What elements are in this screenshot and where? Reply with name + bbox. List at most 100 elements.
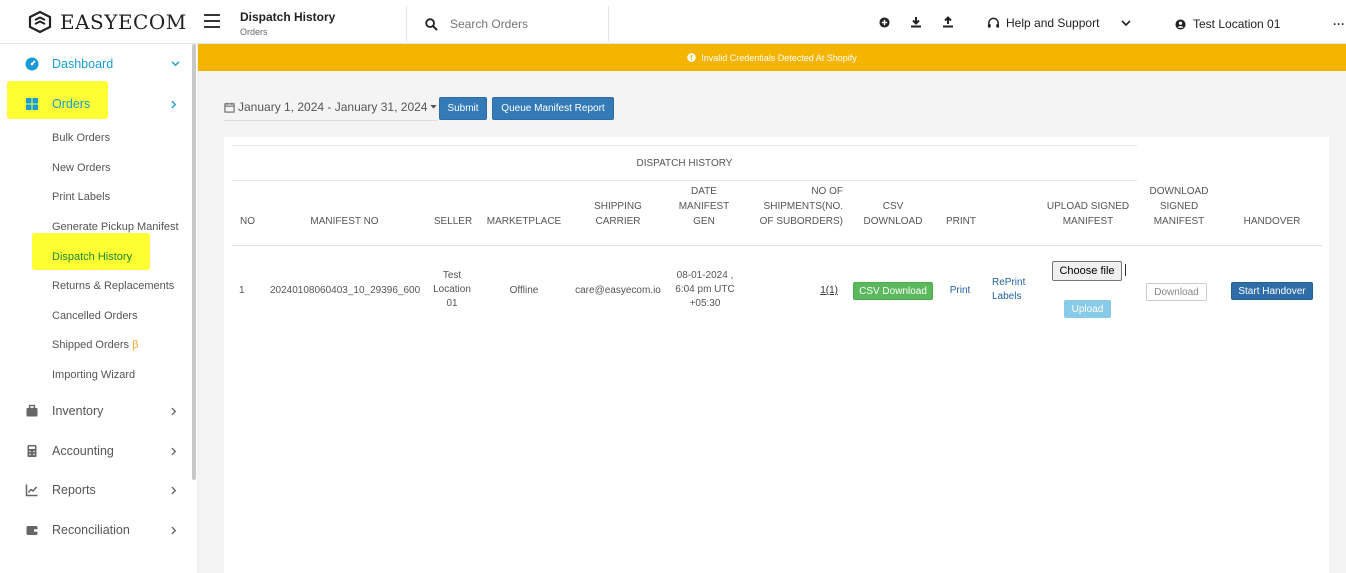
sidebar-subitem-cancelled-orders[interactable]: Cancelled Orders [52, 310, 138, 322]
sidebar-subitem-new-orders[interactable]: New Orders [52, 162, 111, 174]
page-heading: Dispatch History Orders [240, 10, 335, 37]
menu-toggle-icon[interactable] [204, 14, 220, 28]
shipments-count-link[interactable]: 1(1) [814, 284, 838, 298]
cell-text: Test [442, 270, 462, 281]
caret-down-icon [430, 105, 438, 109]
calculator-icon [27, 445, 37, 457]
sidebar-item-dashboard[interactable]: Dashboard [0, 49, 190, 79]
help-support-menu[interactable]: Help and Support [987, 16, 1131, 30]
col-header-text: SHIPPING [594, 201, 642, 212]
help-label: Help and Support [1006, 16, 1100, 30]
col-header-text: DOWNLOAD [1149, 186, 1209, 197]
reprint-labels-link[interactable]: RePrint Labels [992, 276, 1028, 304]
easyecom-logo-icon [28, 10, 52, 34]
brand-logo[interactable]: EASYECOM [28, 10, 187, 34]
cell-text: +05:30 [689, 298, 721, 309]
more-options-icon[interactable]: ··· [1333, 17, 1345, 31]
sidebar-subitem-shipped-orders[interactable]: Shipped Orders β [52, 339, 138, 351]
col-header-text: NO OF [811, 186, 843, 197]
info-icon [687, 53, 697, 62]
col-header-text: DOWNLOAD [863, 216, 923, 227]
col-header-upload-signed-manifest: UPLOAD SIGNED MANIFEST [1036, 199, 1140, 229]
sidebar-item-reconciliation[interactable]: Reconciliation [0, 515, 190, 545]
upload-button[interactable]: Upload [1064, 300, 1111, 318]
cell-text: 01 [446, 298, 458, 309]
chevron-right-icon [171, 407, 177, 416]
sidebar-subitem-importing-wizard[interactable]: Importing Wizard [52, 369, 135, 381]
main-content: Invalid Credentials Detected At Shopify … [198, 44, 1346, 573]
sidebar-label-inventory: Inventory [52, 404, 104, 418]
sidebar-subitem-generate-pickup-manifest[interactable]: Generate Pickup Manifest [52, 221, 179, 233]
choose-file-button[interactable]: Choose file [1052, 261, 1122, 281]
download-signed-manifest-button[interactable]: Download [1146, 283, 1207, 301]
csv-download-button[interactable]: CSV Download [853, 282, 933, 300]
sidebar-item-accounting[interactable]: Accounting [0, 436, 190, 466]
queue-manifest-report-button[interactable]: Queue Manifest Report [492, 97, 614, 120]
col-header-download-signed-manifest: DOWNLOAD SIGNED MANIFEST [1141, 184, 1217, 229]
col-header-text: MANIFEST [1062, 216, 1114, 227]
col-header-csv-download: CSV DOWNLOAD [854, 199, 932, 229]
top-bar: EASYECOM Dispatch History Orders Help an… [0, 0, 1346, 44]
col-header-text: GEN [693, 216, 715, 227]
link-text: Labels [992, 291, 1022, 302]
chevron-right-icon [171, 526, 177, 535]
link-text: RePrint [992, 277, 1026, 288]
col-header-text: CSV [882, 201, 904, 212]
sidebar-subitem-dispatch-history[interactable]: Dispatch History [52, 251, 132, 263]
col-header-text: DATE [691, 186, 717, 197]
submit-button[interactable]: Submit [439, 97, 487, 120]
page-title: Dispatch History [240, 10, 336, 24]
col-header-manifest-no: MANIFEST NO [310, 216, 379, 227]
col-header-seller: SELLER [433, 216, 473, 227]
search-input[interactable] [450, 17, 600, 31]
brand-name: EASYECOM [60, 10, 187, 34]
cell-date-manifest-gen: 08-01-2024 , 6:04 pm UTC +05:30 [670, 269, 740, 311]
sidebar-item-orders[interactable]: Orders [0, 89, 190, 119]
cell-text: 08-01-2024 , [676, 270, 734, 281]
sidebar-label-shipped-orders: Shipped Orders [52, 339, 130, 351]
date-range-picker[interactable]: January 1, 2024 - January 31, 2024 [224, 100, 438, 121]
calendar-icon [224, 102, 235, 113]
sidebar-label-orders: Orders [52, 97, 91, 111]
breadcrumb: Orders [240, 27, 268, 37]
chevron-right-icon [171, 447, 177, 456]
search-icon [425, 17, 438, 31]
top-actions [876, 14, 956, 30]
headset-icon [987, 17, 1000, 28]
start-handover-button[interactable]: Start Handover [1231, 282, 1313, 300]
location-menu[interactable]: Test Location 01 [1175, 17, 1280, 31]
col-header-text: UPLOAD SIGNED [1046, 201, 1130, 212]
cell-manifest-no: 20240108060403_10_29396_600 [270, 285, 421, 296]
alert-text: Invalid Credentials Detected At Shopify [701, 52, 857, 63]
col-header-no-of-shipments: NO OF SHIPMENTS(NO. OF SUBORDERS) [747, 184, 843, 229]
col-header-text: SIGNED [1159, 201, 1199, 212]
sidebar-scrollbar[interactable] [192, 44, 196, 480]
date-range-value: January 1, 2024 - January 31, 2024 [238, 100, 428, 114]
sidebar-item-inventory[interactable]: Inventory [0, 396, 190, 426]
cell-text: 6:04 pm UTC [675, 284, 735, 295]
cell-text: Location [433, 284, 471, 295]
chevron-down-icon [171, 61, 180, 67]
dispatch-history-card: DISPATCH HISTORY NO MANIFEST NO SELLER M… [224, 137, 1329, 573]
beta-badge: β [132, 339, 139, 351]
upload-icon[interactable] [940, 14, 956, 30]
add-icon[interactable] [876, 14, 892, 30]
col-header-handover: HANDOVER [1243, 216, 1301, 227]
sidebar-label-reports: Reports [52, 483, 96, 497]
sidebar-subitem-returns-replacements[interactable]: Returns & Replacements [52, 280, 174, 292]
location-label: Test Location 01 [1193, 17, 1281, 31]
sidebar-item-reports[interactable]: Reports [0, 475, 190, 505]
col-header-marketplace: MARKETPLACE [486, 216, 562, 227]
briefcase-icon [26, 404, 38, 417]
print-link[interactable]: Print [946, 284, 974, 298]
download-icon[interactable] [908, 14, 924, 30]
sidebar-subitem-bulk-orders[interactable]: Bulk Orders [52, 132, 110, 144]
sidebar-label-dashboard: Dashboard [52, 57, 114, 71]
sidebar-subitem-print-labels[interactable]: Print Labels [52, 191, 110, 203]
sidebar: Dashboard Orders Bulk Orders New Orders … [0, 44, 198, 573]
chevron-right-icon [171, 100, 177, 109]
chevron-down-icon [1121, 19, 1131, 26]
col-header-date-manifest-gen: DATE MANIFEST GEN [671, 184, 737, 229]
col-header-shipping-carrier: SHIPPING CARRIER [574, 199, 662, 229]
wallet-icon [26, 526, 38, 535]
